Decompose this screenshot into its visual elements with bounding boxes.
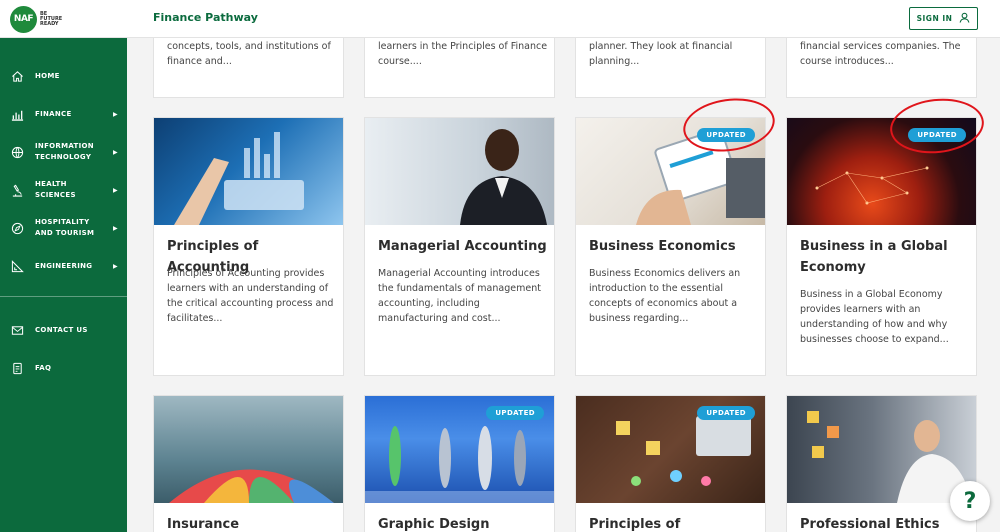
sidebar-item-label: CONTACT US [35, 325, 88, 334]
mail-icon [10, 323, 24, 337]
course-description: concepts, tools, and institutions of fin… [167, 41, 331, 67]
course-title[interactable]: Principles of Information [589, 514, 759, 532]
document-icon [10, 361, 24, 375]
sidebar-item-health-sciences[interactable]: HEALTH SCIENCES ▶ [0, 172, 127, 208]
course-card[interactable]: concepts, tools, and institutions of fin… [153, 38, 344, 98]
course-description: Principles of Accounting provides learne… [167, 268, 334, 324]
course-title[interactable]: Insurance [167, 514, 337, 532]
course-title[interactable]: Graphic Design [378, 514, 548, 532]
caret-right-icon: ▶ [113, 110, 118, 118]
course-card-insurance[interactable]: Insurance [153, 395, 344, 532]
microscope-icon [10, 183, 24, 197]
sidebar-divider [0, 296, 127, 297]
course-description: Business in a Global Economy provides le… [800, 289, 949, 345]
sidebar-item-hospitality-and-tourism[interactable]: HOSPITALITY AND TOURISM ▶ [0, 210, 127, 246]
logo-tagline: BE FUTURE READY [40, 10, 63, 27]
ruler-icon [10, 259, 24, 273]
course-card-graphic-design[interactable]: UPDATED Graphic Design [364, 395, 555, 532]
globe-icon [10, 145, 24, 159]
home-icon [10, 69, 24, 83]
logo-mark: NAF [10, 5, 37, 33]
course-image [365, 118, 554, 225]
naf-logo[interactable]: NAF BE FUTURE READY [10, 5, 74, 33]
course-card[interactable]: financial services companies. The course… [786, 38, 977, 98]
course-description: learners in the Principles of Finance co… [378, 41, 548, 67]
course-card-principles-of-accounting[interactable]: Principles of Accounting Principles of A… [153, 117, 344, 376]
sidebar-item-contact-us[interactable]: CONTACT US [0, 312, 127, 348]
sidebar-nav: HOME FINANCE ▶ INFORMATION TECHNOLOGY ▶ … [0, 38, 127, 532]
course-description: Business Economics delivers an introduct… [589, 268, 741, 324]
course-image [787, 396, 976, 503]
course-image [154, 118, 343, 225]
course-image: UPDATED [576, 396, 765, 503]
course-description: Managerial Accounting introduces the fun… [378, 268, 541, 324]
caret-right-icon: ▶ [113, 148, 118, 156]
course-image: UPDATED [365, 396, 554, 503]
course-title[interactable]: Managerial Accounting [378, 236, 548, 257]
sidebar-item-faq[interactable]: FAQ [0, 350, 127, 386]
finance-chart-icon [10, 107, 24, 121]
sign-in-button[interactable]: SIGN IN [909, 7, 978, 30]
course-card-professional-ethics[interactable]: Professional Ethics [786, 395, 977, 532]
course-description: planner. They look at financial planning… [589, 41, 733, 67]
course-grid: concepts, tools, and institutions of fin… [127, 38, 1000, 532]
course-title[interactable]: Business Economics [589, 236, 759, 257]
top-header: NAF BE FUTURE READY Finance Pathway SIGN… [0, 0, 1000, 38]
course-card-business-economics[interactable]: UPDATED Business Economics Business Econ… [575, 117, 766, 376]
page-title: Finance Pathway [153, 11, 258, 24]
course-title[interactable]: Professional Ethics [800, 514, 970, 532]
course-card-principles-of-information[interactable]: UPDATED Principles of Information [575, 395, 766, 532]
sidebar-item-finance[interactable]: FINANCE ▶ [0, 96, 127, 132]
course-card[interactable]: planner. They look at financial planning… [575, 38, 766, 98]
course-card-business-in-a-global-economy[interactable]: UPDATED Business in a Global Economy Bus… [786, 117, 977, 376]
course-card[interactable]: learners in the Principles of Finance co… [364, 38, 555, 98]
sign-in-label: SIGN IN [916, 14, 953, 23]
sidebar-item-label: HEALTH SCIENCES [35, 180, 76, 199]
caret-right-icon: ▶ [113, 224, 118, 232]
sidebar-item-information-technology[interactable]: INFORMATION TECHNOLOGY ▶ [0, 134, 127, 170]
sidebar-item-label: ENGINEERING [35, 261, 93, 270]
caret-right-icon: ▶ [113, 262, 118, 270]
caret-right-icon: ▶ [113, 186, 118, 194]
updated-badge: UPDATED [486, 406, 544, 420]
course-card-managerial-accounting[interactable]: Managerial Accounting Managerial Account… [364, 117, 555, 376]
sidebar-item-label: FAQ [35, 363, 52, 372]
sidebar-item-label: HOSPITALITY AND TOURISM [35, 218, 95, 237]
sidebar-item-engineering[interactable]: ENGINEERING ▶ [0, 248, 127, 284]
sidebar-item-label: INFORMATION TECHNOLOGY [35, 142, 94, 161]
help-button[interactable]: ? [950, 481, 990, 521]
compass-icon [10, 221, 24, 235]
course-description: financial services companies. The course… [800, 41, 961, 67]
sidebar-item-label: HOME [35, 71, 60, 80]
sidebar-item-home[interactable]: HOME [0, 58, 127, 94]
user-icon [959, 12, 970, 25]
course-image [154, 396, 343, 503]
course-title[interactable]: Business in a Global Economy [800, 236, 970, 278]
updated-badge: UPDATED [697, 406, 755, 420]
sidebar-item-label: FINANCE [35, 109, 72, 118]
